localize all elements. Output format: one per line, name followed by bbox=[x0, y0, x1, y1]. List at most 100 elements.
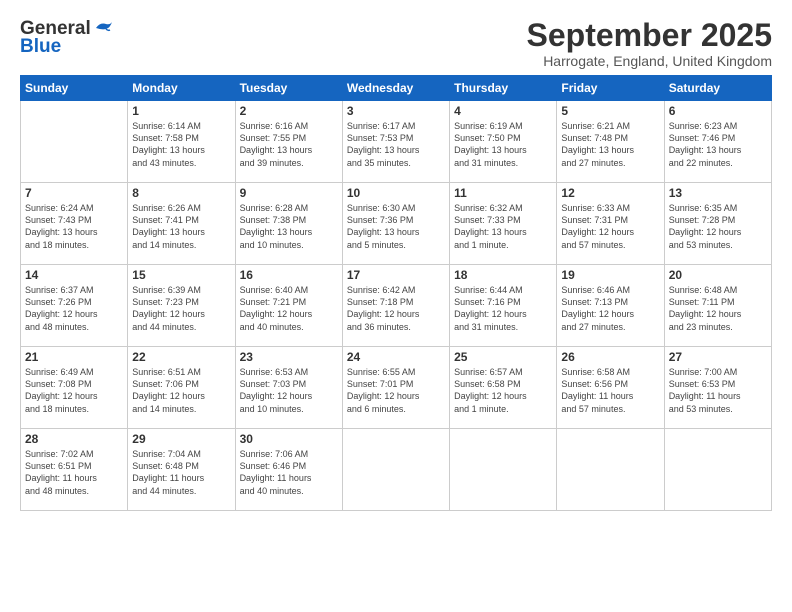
calendar-cell bbox=[557, 429, 664, 511]
day-number: 17 bbox=[347, 268, 445, 282]
day-info: Sunrise: 6:51 AMSunset: 7:06 PMDaylight:… bbox=[132, 366, 230, 415]
col-sunday: Sunday bbox=[21, 76, 128, 101]
day-number: 26 bbox=[561, 350, 659, 364]
calendar-cell: 18 Sunrise: 6:44 AMSunset: 7:16 PMDayligh… bbox=[450, 265, 557, 347]
day-number: 18 bbox=[454, 268, 552, 282]
day-info: Sunrise: 6:33 AMSunset: 7:31 PMDaylight:… bbox=[561, 202, 659, 251]
calendar-week-row-2: 14Sunrise: 6:37 AMSunset: 7:26 PMDayligh… bbox=[21, 265, 772, 347]
day-number: 24 bbox=[347, 350, 445, 364]
day-info: Sunrise: 6:19 AMSunset: 7:50 PMDaylight:… bbox=[454, 120, 552, 169]
col-thursday: Thursday bbox=[450, 76, 557, 101]
day-number: 29 bbox=[132, 432, 230, 446]
calendar-cell: 2 Sunrise: 6:16 AMSunset: 7:55 PMDaylight… bbox=[235, 101, 342, 183]
day-number: 10 bbox=[347, 186, 445, 200]
logo: General Blue bbox=[20, 18, 114, 58]
calendar-header-row: Sunday Monday Tuesday Wednesday Thursday… bbox=[21, 76, 772, 101]
day-info: Sunrise: 6:58 AMSunset: 6:56 PMDaylight:… bbox=[561, 366, 659, 415]
day-number: 4 bbox=[454, 104, 552, 118]
day-number: 23 bbox=[240, 350, 338, 364]
calendar-cell: 20 Sunrise: 6:48 AMSunset: 7:11 PMDayligh… bbox=[664, 265, 771, 347]
day-info: Sunrise: 7:00 AMSunset: 6:53 PMDaylight:… bbox=[669, 366, 767, 415]
calendar-cell: 29 Sunrise: 7:04 AMSunset: 6:48 PMDayligh… bbox=[128, 429, 235, 511]
day-number: 20 bbox=[669, 268, 767, 282]
calendar-cell: 28 Sunrise: 7:02 AMSunset: 6:51 PMDayligh… bbox=[21, 429, 128, 511]
calendar-cell bbox=[450, 429, 557, 511]
calendar-cell: 11Sunrise: 6:32 AMSunset: 7:33 PMDayligh… bbox=[450, 183, 557, 265]
calendar-cell: 12 Sunrise: 6:33 AMSunset: 7:31 PMDayligh… bbox=[557, 183, 664, 265]
calendar-cell: 17 Sunrise: 6:42 AMSunset: 7:18 PMDayligh… bbox=[342, 265, 449, 347]
calendar-cell: 5 Sunrise: 6:21 AMSunset: 7:48 PMDaylight… bbox=[557, 101, 664, 183]
day-number: 30 bbox=[240, 432, 338, 446]
day-info: Sunrise: 6:39 AMSunset: 7:23 PMDaylight:… bbox=[132, 284, 230, 333]
day-number: 25 bbox=[454, 350, 552, 364]
calendar-cell: 25 Sunrise: 6:57 AMSunset: 6:58 PMDayligh… bbox=[450, 347, 557, 429]
calendar-cell: 27 Sunrise: 7:00 AMSunset: 6:53 PMDayligh… bbox=[664, 347, 771, 429]
day-info: Sunrise: 6:30 AMSunset: 7:36 PMDaylight:… bbox=[347, 202, 445, 251]
calendar-cell: 1Sunrise: 6:14 AMSunset: 7:58 PMDaylight… bbox=[128, 101, 235, 183]
day-info: Sunrise: 6:42 AMSunset: 7:18 PMDaylight:… bbox=[347, 284, 445, 333]
title-block: September 2025 Harrogate, England, Unite… bbox=[527, 18, 772, 69]
day-number: 13 bbox=[669, 186, 767, 200]
day-number: 7 bbox=[25, 186, 123, 200]
calendar-cell: 7 Sunrise: 6:24 AMSunset: 7:43 PMDaylight… bbox=[21, 183, 128, 265]
day-info: Sunrise: 6:53 AMSunset: 7:03 PMDaylight:… bbox=[240, 366, 338, 415]
calendar-cell: 4 Sunrise: 6:19 AMSunset: 7:50 PMDaylight… bbox=[450, 101, 557, 183]
day-info: Sunrise: 6:40 AMSunset: 7:21 PMDaylight:… bbox=[240, 284, 338, 333]
calendar-cell: 15 Sunrise: 6:39 AMSunset: 7:23 PMDayligh… bbox=[128, 265, 235, 347]
header: General Blue September 2025 Harrogate, E… bbox=[20, 18, 772, 69]
day-info: Sunrise: 6:21 AMSunset: 7:48 PMDaylight:… bbox=[561, 120, 659, 169]
day-info: Sunrise: 6:28 AMSunset: 7:38 PMDaylight:… bbox=[240, 202, 338, 251]
calendar-cell: 9 Sunrise: 6:28 AMSunset: 7:38 PMDaylight… bbox=[235, 183, 342, 265]
day-info: Sunrise: 6:16 AMSunset: 7:55 PMDaylight:… bbox=[240, 120, 338, 169]
day-info: Sunrise: 6:26 AMSunset: 7:41 PMDaylight:… bbox=[132, 202, 230, 251]
day-info: Sunrise: 7:02 AMSunset: 6:51 PMDaylight:… bbox=[25, 448, 123, 497]
calendar-cell: 21 Sunrise: 6:49 AMSunset: 7:08 PMDayligh… bbox=[21, 347, 128, 429]
calendar-cell: 23 Sunrise: 6:53 AMSunset: 7:03 PMDayligh… bbox=[235, 347, 342, 429]
day-number: 21 bbox=[25, 350, 123, 364]
day-number: 19 bbox=[561, 268, 659, 282]
col-friday: Friday bbox=[557, 76, 664, 101]
day-info: Sunrise: 7:04 AMSunset: 6:48 PMDaylight:… bbox=[132, 448, 230, 497]
day-info: Sunrise: 6:17 AMSunset: 7:53 PMDaylight:… bbox=[347, 120, 445, 169]
day-number: 8 bbox=[132, 186, 230, 200]
location: Harrogate, England, United Kingdom bbox=[527, 53, 772, 69]
calendar-week-row-0: 1Sunrise: 6:14 AMSunset: 7:58 PMDaylight… bbox=[21, 101, 772, 183]
page: General Blue September 2025 Harrogate, E… bbox=[0, 0, 792, 612]
day-number: 27 bbox=[669, 350, 767, 364]
calendar-cell: 3 Sunrise: 6:17 AMSunset: 7:53 PMDaylight… bbox=[342, 101, 449, 183]
day-info: Sunrise: 6:57 AMSunset: 6:58 PMDaylight:… bbox=[454, 366, 552, 415]
day-number: 9 bbox=[240, 186, 338, 200]
day-info: Sunrise: 7:06 AMSunset: 6:46 PMDaylight:… bbox=[240, 448, 338, 497]
month-title: September 2025 bbox=[527, 18, 772, 53]
day-number: 16 bbox=[240, 268, 338, 282]
calendar-cell: 16 Sunrise: 6:40 AMSunset: 7:21 PMDayligh… bbox=[235, 265, 342, 347]
day-info: Sunrise: 6:49 AMSunset: 7:08 PMDaylight:… bbox=[25, 366, 123, 415]
day-number: 15 bbox=[132, 268, 230, 282]
day-info: Sunrise: 6:24 AMSunset: 7:43 PMDaylight:… bbox=[25, 202, 123, 251]
day-number: 2 bbox=[240, 104, 338, 118]
day-info: Sunrise: 6:37 AMSunset: 7:26 PMDaylight:… bbox=[25, 284, 123, 333]
day-info: Sunrise: 6:48 AMSunset: 7:11 PMDaylight:… bbox=[669, 284, 767, 333]
calendar-cell: 14Sunrise: 6:37 AMSunset: 7:26 PMDayligh… bbox=[21, 265, 128, 347]
day-number: 5 bbox=[561, 104, 659, 118]
day-info: Sunrise: 6:35 AMSunset: 7:28 PMDaylight:… bbox=[669, 202, 767, 251]
day-info: Sunrise: 6:44 AMSunset: 7:16 PMDaylight:… bbox=[454, 284, 552, 333]
day-number: 22 bbox=[132, 350, 230, 364]
day-info: Sunrise: 6:46 AMSunset: 7:13 PMDaylight:… bbox=[561, 284, 659, 333]
calendar-cell: 26 Sunrise: 6:58 AMSunset: 6:56 PMDayligh… bbox=[557, 347, 664, 429]
day-number: 12 bbox=[561, 186, 659, 200]
calendar-week-row-3: 21 Sunrise: 6:49 AMSunset: 7:08 PMDayligh… bbox=[21, 347, 772, 429]
calendar-cell bbox=[342, 429, 449, 511]
day-info: Sunrise: 6:55 AMSunset: 7:01 PMDaylight:… bbox=[347, 366, 445, 415]
day-number: 6 bbox=[669, 104, 767, 118]
day-info: Sunrise: 6:23 AMSunset: 7:46 PMDaylight:… bbox=[669, 120, 767, 169]
calendar-cell: 19 Sunrise: 6:46 AMSunset: 7:13 PMDayligh… bbox=[557, 265, 664, 347]
day-number: 3 bbox=[347, 104, 445, 118]
col-saturday: Saturday bbox=[664, 76, 771, 101]
calendar: Sunday Monday Tuesday Wednesday Thursday… bbox=[20, 75, 772, 511]
day-number: 28 bbox=[25, 432, 123, 446]
day-number: 1 bbox=[132, 104, 230, 118]
calendar-week-row-4: 28 Sunrise: 7:02 AMSunset: 6:51 PMDayligh… bbox=[21, 429, 772, 511]
calendar-cell: 10 Sunrise: 6:30 AMSunset: 7:36 PMDayligh… bbox=[342, 183, 449, 265]
day-info: Sunrise: 6:32 AMSunset: 7:33 PMDaylight:… bbox=[454, 202, 552, 251]
